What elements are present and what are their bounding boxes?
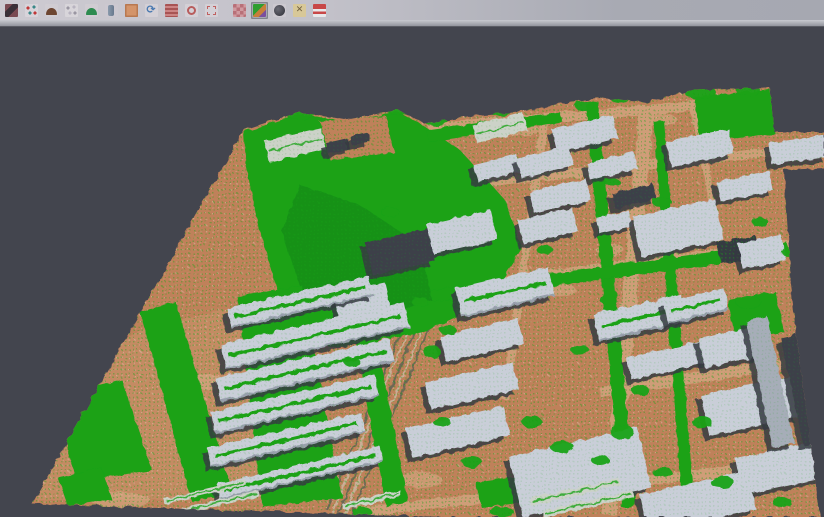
classification-colors-button[interactable]	[251, 2, 268, 19]
tree-blob	[658, 88, 674, 96]
flag-icon	[313, 4, 326, 17]
terrain-button[interactable]	[43, 2, 60, 19]
selection-area-icon	[205, 4, 218, 17]
profile-icon	[105, 4, 118, 17]
toolbar-separator	[0, 20, 824, 27]
sphere-view-button[interactable]	[271, 2, 288, 19]
selection-area-button[interactable]	[203, 2, 220, 19]
classify-points-icon	[25, 4, 38, 17]
classify-points-button[interactable]	[23, 2, 40, 19]
rotate-view-button[interactable]	[143, 2, 160, 19]
classification-colors-icon	[253, 4, 266, 17]
point-cloud-button[interactable]	[63, 2, 80, 19]
vegetation-button[interactable]	[83, 2, 100, 19]
contour-lines-button[interactable]	[163, 2, 180, 19]
point-cloud-scene	[0, 27, 824, 517]
profile-button[interactable]	[103, 2, 120, 19]
terrain-mesh	[0, 27, 824, 517]
flag-button[interactable]	[311, 2, 328, 19]
dataset-button[interactable]	[3, 2, 20, 19]
circle-tool-icon	[185, 4, 198, 17]
orthophoto-icon	[125, 4, 138, 17]
application-window	[0, 0, 824, 517]
rotate-view-icon	[145, 4, 158, 17]
vegetation-icon	[85, 4, 98, 17]
remove-points-button[interactable]	[291, 2, 308, 19]
viewport-3d[interactable]	[0, 27, 824, 517]
contour-lines-icon	[165, 4, 178, 17]
terrain-icon	[45, 4, 58, 17]
orthophoto-button[interactable]	[123, 2, 140, 19]
grid-icon	[233, 4, 246, 17]
grid-button[interactable]	[231, 2, 248, 19]
circle-tool-button[interactable]	[183, 2, 200, 19]
toolbar	[0, 0, 824, 20]
dataset-icon	[5, 4, 18, 17]
sphere-view-icon	[273, 4, 286, 17]
remove-points-icon	[293, 4, 306, 17]
point-cloud-icon	[65, 4, 78, 17]
